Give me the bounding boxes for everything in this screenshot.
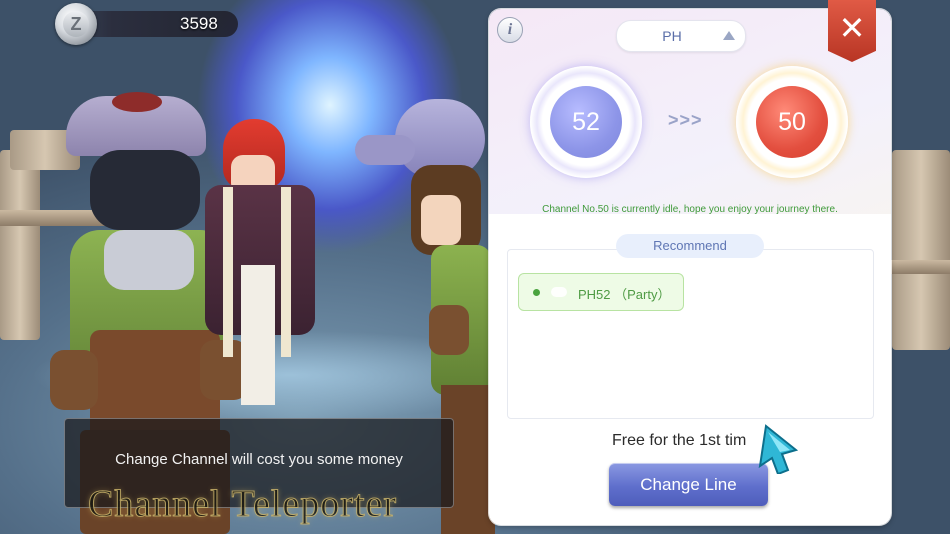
close-icon: ✕ [838,10,866,46]
change-line-label: Change Line [640,475,737,494]
channel-load-icon [551,287,567,297]
target-channel-ring: 50 [736,66,848,178]
current-channel-core: 52 [550,86,622,158]
status-dot-icon [533,289,540,296]
current-channel-number: 52 [572,108,600,136]
zeny-coin-icon: Z [55,3,97,45]
character-red-hair [195,115,325,415]
server-select-value: PH [662,28,682,44]
arrow-right-icon: >>> [668,110,703,130]
stone-pillar-left [0,150,40,340]
free-notice: Free for the 1st tim [612,432,747,449]
info-icon[interactable]: i [497,17,523,43]
channel-idle-message: Channel No.50 is currently idle, hope yo… [542,204,838,215]
recommend-item-ph52[interactable]: PH52 （Party） [518,273,684,311]
npc-dialog-message: Change Channel will cost you some money [115,451,403,468]
close-button[interactable]: ✕ [828,0,876,62]
server-select[interactable]: PH [616,20,746,52]
zeny-amount: 3598 [180,14,218,33]
current-channel-ring: 52 [530,66,642,178]
target-channel-core: 50 [756,86,828,158]
stone-pillar-right [892,150,950,350]
tab-recommend[interactable]: Recommend [616,234,764,258]
npc-name-label: Channel Teleporter [87,483,398,526]
target-channel-number: 50 [778,108,806,136]
recommend-item-label: PH52 （Party） [578,287,671,302]
tutorial-pointer-icon [758,424,798,474]
change-line-button[interactable]: Change Line [609,463,768,506]
triangle-up-icon [723,31,735,40]
